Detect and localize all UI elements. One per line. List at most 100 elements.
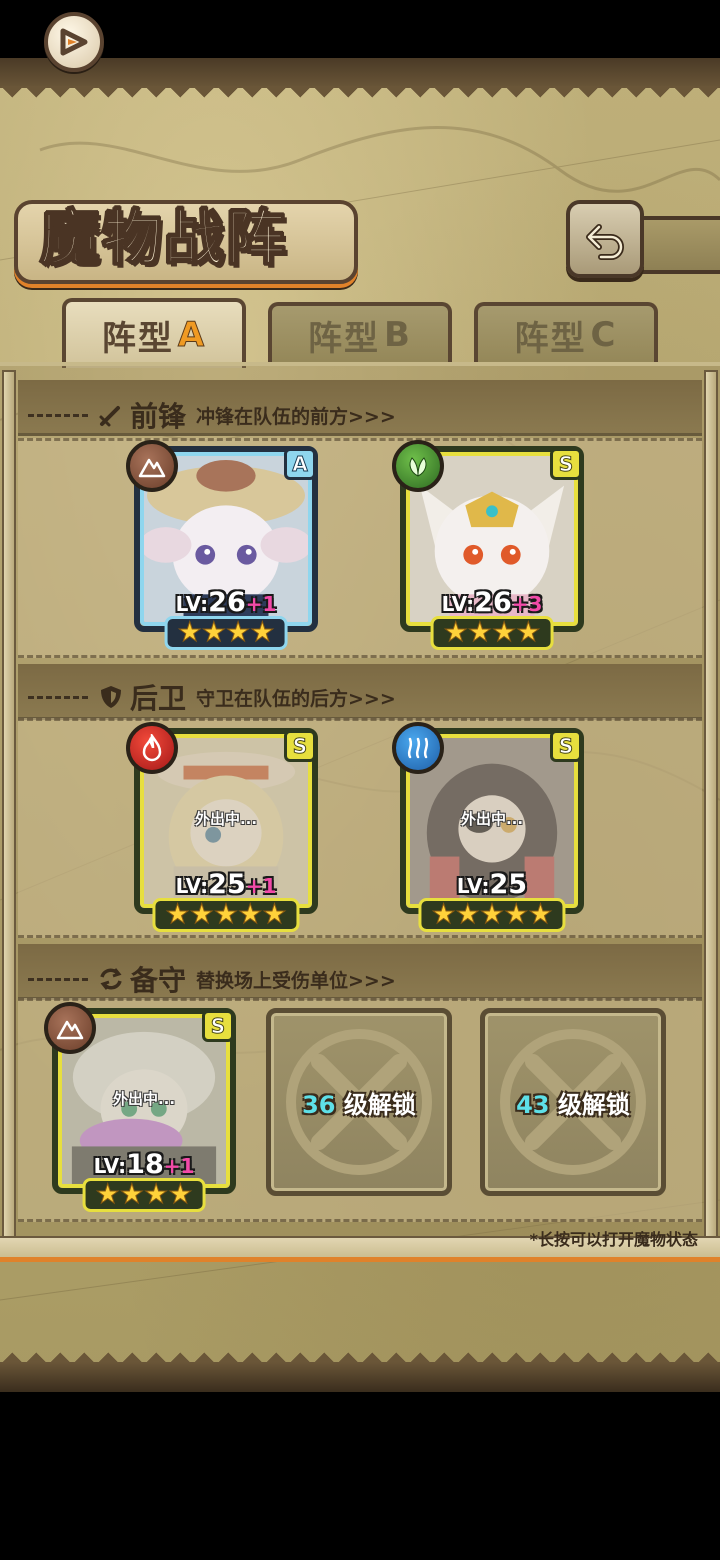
tab-label: 阵型 <box>308 318 381 359</box>
monster-card-front-2[interactable]: S LV:26+3 ★ ★ ★ ★ <box>392 440 584 650</box>
bottom-torn-edge <box>0 1342 720 1364</box>
star-icon: ★ <box>143 1179 169 1210</box>
level-value: 18 <box>126 1149 164 1180</box>
star-icon: ★ <box>491 617 517 648</box>
level-prefix: LV: <box>175 874 209 898</box>
level-prefix: LV: <box>441 592 475 616</box>
tab-label: 阵型 <box>101 318 174 359</box>
star-rating: ★ ★ ★ ★ ★ <box>418 898 566 932</box>
star-icon: ★ <box>225 617 251 648</box>
back-section-header: 后卫 守卫在队伍的后方>>> <box>18 670 702 724</box>
level-bonus: +1 <box>245 592 277 616</box>
unlock-requirement: 43 级解锁 <box>516 1085 630 1120</box>
level-prefix: LV: <box>456 874 490 898</box>
reserve-section-title: 备守 <box>130 964 187 997</box>
star-icon: ★ <box>443 617 468 648</box>
rank-badge: S <box>202 1010 234 1042</box>
star-icon: ★ <box>168 1179 193 1210</box>
star-icon: ★ <box>528 899 553 930</box>
level-label: LV:26+3 <box>406 587 578 618</box>
hint-text: *长按可以打开魔物状态 <box>529 1230 698 1249</box>
unlock-level: 43 <box>516 1090 550 1119</box>
earth-element-icon <box>126 440 178 492</box>
star-icon: ★ <box>504 899 529 930</box>
reserve-section-subtitle: 替换场上受伤单位>>> <box>196 969 396 992</box>
back-arrow-icon <box>586 224 624 260</box>
rank-badge: S <box>550 730 582 762</box>
tab-letter: A <box>177 315 207 356</box>
level-value: 25 <box>489 869 528 900</box>
fire-element-icon <box>126 722 178 774</box>
star-icon: ★ <box>431 899 456 930</box>
sword-icon <box>99 406 120 427</box>
star-icon: ★ <box>165 899 190 930</box>
star-icon: ★ <box>189 899 214 930</box>
wind-element-icon <box>392 440 444 492</box>
star-icon: ★ <box>119 1179 144 1210</box>
level-label: LV:25 <box>406 869 578 900</box>
front-row <box>18 438 702 658</box>
back-section-subtitle: 守卫在队伍的后方>>> <box>196 687 396 710</box>
rank-badge: S <box>550 448 582 480</box>
game-screen: 魔物战阵 阵型 A 阵型 B 阵型 C 前锋 冲锋在队伍的前方>>> A LV:… <box>0 0 720 1392</box>
unlock-level: 36 <box>302 1090 336 1119</box>
swap-icon <box>100 968 122 990</box>
back-button-tail <box>640 216 720 274</box>
monster-card-back-1[interactable]: S 外出中... LV:25+1 ★ ★ ★ ★ ★ <box>126 722 318 932</box>
monster-card-front-1[interactable]: A LV:26+1 ★ ★ ★ ★ <box>126 440 318 650</box>
level-bonus: +3 <box>511 592 543 616</box>
page-title: 魔物战阵 <box>39 203 288 275</box>
rank-badge: A <box>284 448 316 480</box>
star-rating: ★ ★ ★ ★ ★ <box>152 898 300 932</box>
tab-formation-a[interactable]: 阵型 A <box>62 298 246 368</box>
panel-frame-left <box>2 370 16 1250</box>
star-rating: ★ ★ ★ ★ <box>164 616 288 650</box>
star-rating: ★ ★ ★ ★ <box>82 1178 206 1212</box>
level-prefix: LV: <box>175 592 209 616</box>
front-section-header: 前锋 冲锋在队伍的前方>>> <box>18 388 702 442</box>
locked-slot-1[interactable]: 36 级解锁 <box>266 1008 452 1196</box>
locked-slot-2[interactable]: 43 级解锁 <box>480 1008 666 1196</box>
star-icon: ★ <box>201 617 226 648</box>
star-icon: ★ <box>467 617 492 648</box>
tab-label: 阵型 <box>514 318 587 359</box>
star-icon: ★ <box>250 617 275 648</box>
star-icon: ★ <box>516 617 541 648</box>
unlock-requirement: 36 级解锁 <box>302 1085 416 1120</box>
divider <box>28 695 88 699</box>
star-icon: ★ <box>262 899 287 930</box>
shield-icon <box>101 686 121 708</box>
panel-frame-right <box>704 370 718 1250</box>
monster-card-reserve-1[interactable]: S 外出中... LV:18+1 ★ ★ ★ ★ <box>44 1002 236 1212</box>
star-icon: ★ <box>95 1179 120 1210</box>
away-status: 外出中... <box>460 810 524 828</box>
level-value: 26 <box>474 587 512 618</box>
rank-badge: S <box>284 730 316 762</box>
map-pointer-icon[interactable] <box>44 12 104 72</box>
bottom-wood-band <box>0 1362 720 1392</box>
star-icon: ★ <box>238 899 263 930</box>
tab-formation-b[interactable]: 阵型 B <box>268 302 452 364</box>
back-row <box>18 718 702 938</box>
level-value: 26 <box>208 587 246 618</box>
front-section-subtitle: 冲锋在队伍的前方>>> <box>196 405 396 428</box>
level-value: 25 <box>208 869 246 900</box>
away-status: 外出中... <box>112 1090 176 1108</box>
monster-card-back-2[interactable]: S 外出中... LV:25 ★ ★ ★ ★ ★ <box>392 722 584 932</box>
tab-letter: B <box>384 315 412 355</box>
earth-element-icon <box>44 1002 96 1054</box>
unlock-label: 级解锁 <box>343 1090 416 1119</box>
level-bonus: +1 <box>245 874 277 898</box>
water-element-icon <box>392 722 444 774</box>
divider <box>28 413 88 417</box>
level-label: LV:18+1 <box>58 1149 230 1180</box>
star-icon: ★ <box>479 899 505 930</box>
front-section-title: 前锋 <box>130 400 187 433</box>
divider <box>28 977 88 981</box>
back-button[interactable] <box>566 200 644 278</box>
star-icon: ★ <box>213 899 239 930</box>
star-icon: ★ <box>455 899 480 930</box>
back-section-title: 后卫 <box>130 682 187 715</box>
level-label: LV:25+1 <box>140 869 312 900</box>
tab-formation-c[interactable]: 阵型 C <box>474 302 658 364</box>
